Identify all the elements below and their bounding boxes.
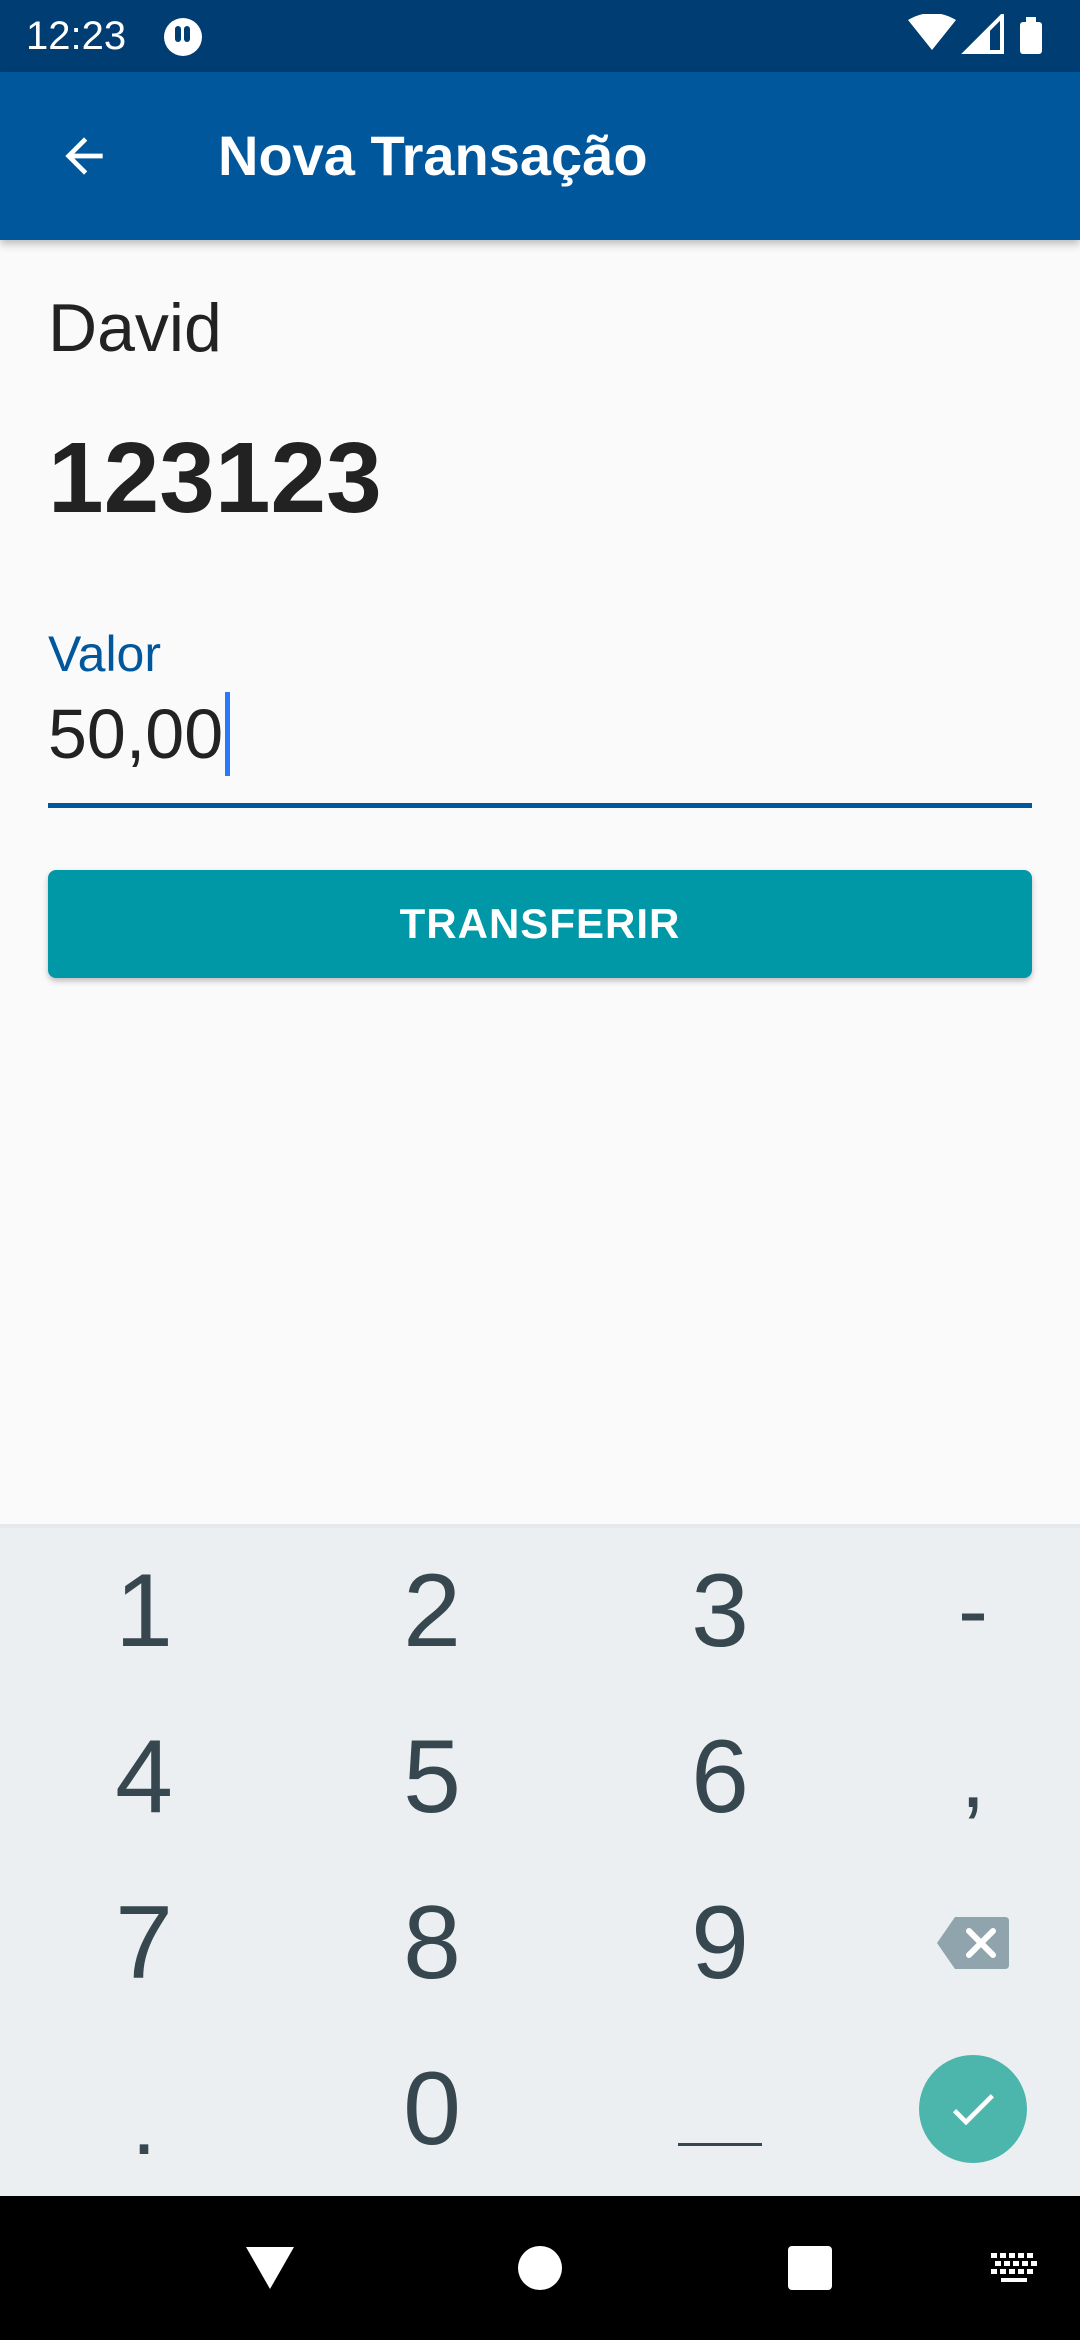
numeric-keyboard: 1 2 3 - 4 5 6 , 7 8 9 . 0 — [0, 1524, 1080, 2196]
status-bar: 12:23 — [0, 0, 1080, 72]
key-0[interactable]: 0 — [297, 2026, 567, 2192]
recents-square-icon — [788, 2246, 832, 2290]
check-icon — [952, 2094, 994, 2126]
key-4[interactable]: 4 — [9, 1694, 279, 1860]
key-7[interactable]: 7 — [9, 1860, 279, 2026]
key-2[interactable]: 2 — [297, 1528, 567, 1694]
nav-back-button[interactable] — [218, 2216, 322, 2320]
key-period[interactable]: . — [9, 2026, 279, 2192]
check-circle — [919, 2055, 1027, 2163]
battery-icon — [1020, 17, 1042, 54]
arrow-back-icon — [65, 137, 103, 175]
key-minus[interactable]: - — [838, 1528, 1080, 1694]
amount-value: 50,00 — [48, 695, 224, 773]
wifi-icon — [908, 14, 956, 50]
page-title: Nova Transação — [218, 124, 648, 187]
account-number: 123123 — [48, 422, 382, 534]
key-6[interactable]: 6 — [585, 1694, 855, 1860]
space-bar-icon — [678, 2142, 762, 2146]
back-triangle-icon — [246, 2247, 294, 2289]
done-key[interactable] — [838, 2026, 1080, 2192]
contact-name: David — [48, 290, 222, 366]
key-3[interactable]: 3 — [585, 1528, 855, 1694]
app-bar: Nova Transação — [0, 72, 1080, 240]
key-9[interactable]: 9 — [585, 1860, 855, 2026]
key-1[interactable]: 1 — [9, 1528, 279, 1694]
transfer-button[interactable]: TRANSFERIR — [48, 870, 1032, 978]
home-circle-icon — [518, 2246, 562, 2290]
key-comma[interactable]: , — [838, 1694, 1080, 1860]
nav-recents-button[interactable] — [758, 2216, 862, 2320]
system-nav-bar — [0, 2196, 1080, 2340]
nav-home-button[interactable] — [488, 2216, 592, 2320]
app-notification-icon — [164, 18, 202, 56]
amount-field[interactable]: Valor 50,00 — [48, 612, 1032, 808]
back-button[interactable] — [36, 108, 132, 204]
key-8[interactable]: 8 — [297, 1860, 567, 2026]
key-5[interactable]: 5 — [297, 1694, 567, 1860]
backspace-icon — [937, 1917, 1009, 1969]
space-key[interactable] — [585, 2026, 855, 2192]
signal-icon — [961, 14, 1004, 54]
amount-input[interactable]: 50,00 — [48, 684, 231, 784]
text-caret — [225, 692, 231, 776]
keyboard-icon — [991, 2253, 1037, 2282]
status-time: 12:23 — [26, 14, 127, 58]
field-underline — [48, 803, 1032, 808]
backspace-key[interactable] — [838, 1860, 1080, 2026]
status-icons — [908, 14, 1042, 54]
nav-keyboard-button[interactable] — [962, 2216, 1066, 2320]
amount-field-label: Valor — [48, 626, 162, 682]
